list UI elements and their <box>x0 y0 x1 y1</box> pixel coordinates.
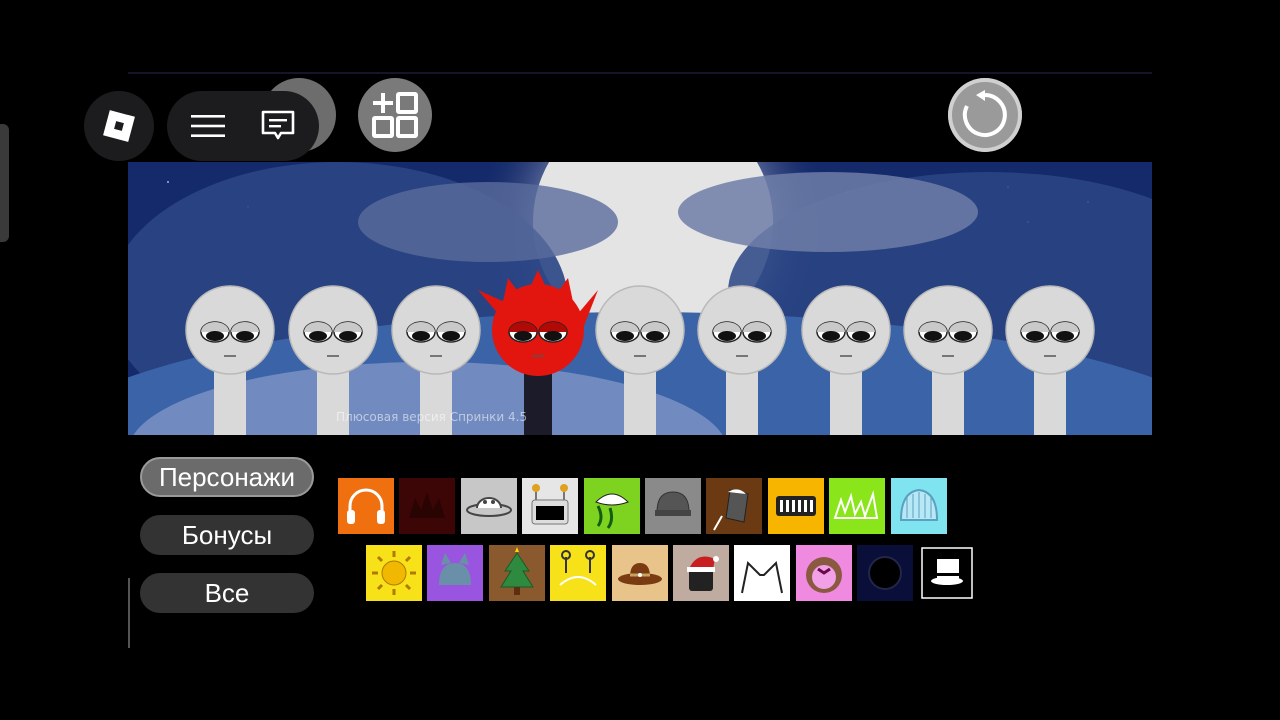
cat-ears-icon <box>741 560 784 594</box>
cloud <box>678 172 978 252</box>
add-grid-icon <box>372 92 418 138</box>
menu-button[interactable] <box>190 112 226 140</box>
leaf-hat-icon <box>594 493 629 529</box>
antenna-icon <box>559 550 597 586</box>
stage-scene <box>128 162 1152 435</box>
item-tile-leaf-hat[interactable] <box>583 478 640 534</box>
roblox-top-bar <box>167 91 319 161</box>
roblox-logo-icon <box>103 110 135 142</box>
curly-hair-icon <box>805 557 842 593</box>
item-tile-christmas-tree[interactable] <box>488 545 545 601</box>
item-tile-ufo[interactable] <box>460 478 517 534</box>
spiky-hair-icon <box>409 492 446 518</box>
christmas-tree-icon <box>499 547 534 595</box>
knit-hat-icon <box>899 488 938 521</box>
category-characters-button[interactable]: Персонажи <box>140 457 314 497</box>
item-tile-spiky-hair[interactable] <box>399 478 456 534</box>
grass-icon <box>833 490 879 520</box>
cloud <box>358 182 618 262</box>
item-tile-white-top-hat[interactable] <box>918 545 975 601</box>
reset-icon <box>962 90 1007 137</box>
add-button[interactable] <box>358 78 432 152</box>
robot-antenna-icon <box>531 484 569 525</box>
cat-ear-hat-icon <box>439 553 472 585</box>
category-all-button[interactable]: Все <box>140 573 314 613</box>
menu-icon <box>191 115 225 137</box>
santa-hat-icon <box>687 556 719 591</box>
item-tile-curly-hair[interactable] <box>795 545 852 601</box>
dark-orb-icon <box>868 556 903 590</box>
item-tile-dark-orb[interactable] <box>857 545 914 601</box>
top-hat-icon <box>713 489 749 531</box>
cowboy-hat-icon <box>617 563 662 585</box>
item-tile-headphones[interactable] <box>338 478 394 534</box>
white-top-hat-icon <box>920 547 973 599</box>
reset-button[interactable] <box>948 78 1022 152</box>
item-tile-cat-ears[interactable] <box>734 545 791 601</box>
item-tile-santa-hat[interactable] <box>673 545 729 601</box>
ufo-icon <box>465 497 512 517</box>
item-tile-cat-ear-hat[interactable] <box>427 545 484 601</box>
frame-border <box>128 578 130 648</box>
gray-beanie-icon <box>655 491 691 516</box>
sun-icon <box>372 551 416 595</box>
roblox-menu-button[interactable] <box>84 91 154 161</box>
item-tile-keyboard[interactable] <box>767 478 824 534</box>
item-tile-knit-hat[interactable] <box>890 478 947 534</box>
side-handle[interactable] <box>0 124 9 242</box>
chat-icon <box>261 110 295 140</box>
item-tile-gray-beanie[interactable] <box>645 478 701 534</box>
item-tile-antenna[interactable] <box>550 545 607 601</box>
game-stage <box>128 162 1152 435</box>
chat-button[interactable] <box>260 109 296 143</box>
item-tile-cowboy-hat[interactable] <box>611 545 668 601</box>
item-tile-grass[interactable] <box>829 478 886 534</box>
keyboard-icon <box>775 496 816 516</box>
headphones-icon <box>347 488 385 524</box>
watermark: Плюсовая версия Спринки 4.5 <box>336 410 528 424</box>
category-bonuses-button[interactable]: Бонусы <box>140 515 314 555</box>
item-tile-sun[interactable] <box>366 545 422 601</box>
character-lineup <box>185 270 1095 435</box>
item-tile-top-hat[interactable] <box>706 478 763 534</box>
frame-border <box>128 72 1152 74</box>
item-tile-robot-antenna[interactable] <box>522 478 579 534</box>
